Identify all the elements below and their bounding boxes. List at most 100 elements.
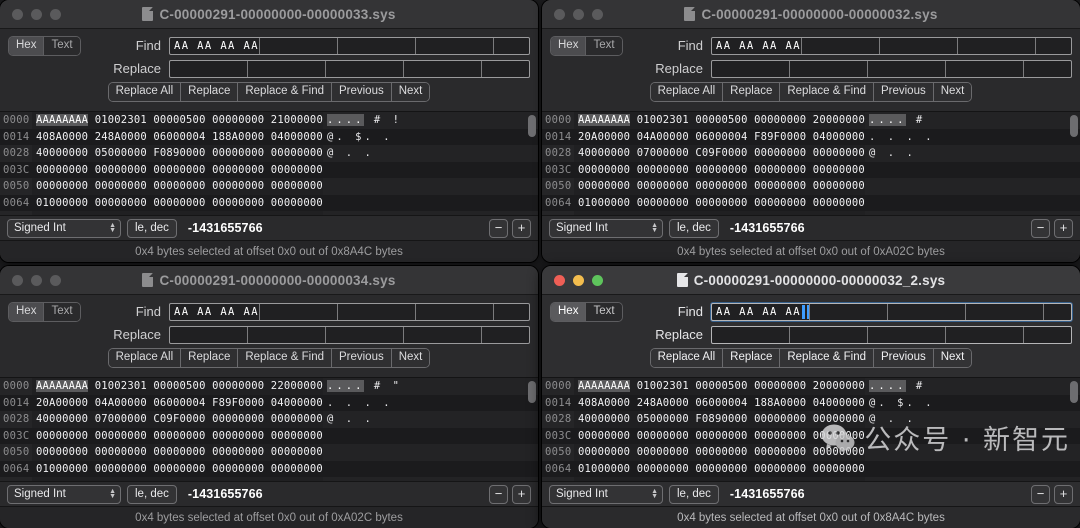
traffic-light-maximize[interactable] — [50, 274, 61, 286]
vertical-scrollbar[interactable] — [528, 115, 536, 214]
hex-text-toggle[interactable]: Hex Text — [8, 35, 81, 56]
button-next[interactable]: Next — [391, 349, 430, 367]
traffic-light-maximize[interactable] — [50, 8, 61, 20]
hex-selected-bytes[interactable]: AAAAAAAA — [36, 380, 89, 392]
button-next[interactable]: Next — [933, 83, 972, 101]
button-replace-all[interactable]: Replace All — [108, 349, 182, 367]
decrease-button[interactable]: − — [489, 218, 508, 238]
find-input[interactable]: AA AA AA AA — [169, 302, 530, 321]
hex-byte-row[interactable]: 01000000 00000000 00000000 00000000 0000… — [574, 194, 865, 211]
ascii-selected[interactable]: .... — [326, 380, 365, 392]
replace-cell-3[interactable] — [404, 60, 482, 77]
find-cell-0[interactable]: AA AA AA AA — [170, 37, 260, 54]
hex-view[interactable]: 0000 0014 0028 003C 0050 0064 AAAAAAAA 010023… — [0, 377, 538, 481]
find-cell-2[interactable] — [888, 303, 966, 320]
toggle-text[interactable]: Text — [44, 302, 80, 321]
button-replace-find[interactable]: Replace & Find — [780, 349, 874, 367]
ascii-row[interactable]: @. $. . — [864, 394, 1080, 411]
find-cell-2[interactable] — [338, 37, 416, 54]
toggle-hex[interactable]: Hex — [9, 302, 45, 321]
toggle-text[interactable]: Text — [586, 302, 622, 321]
hex-bytes-column[interactable]: AAAAAAAA 01002301 00000500 00000000 2200… — [32, 378, 538, 481]
hex-byte-row[interactable]: 00000000 00000000 00000000 00000000 0000… — [32, 427, 323, 444]
hex-text-toggle[interactable]: Hex Text — [550, 35, 623, 56]
hex-editor-window-win-34[interactable]: C-00000291-00000000-00000034.sys Hex Tex… — [0, 266, 538, 528]
hex-byte-row[interactable]: AAAAAAAA 01002301 00000500 00000000 2000… — [574, 378, 865, 395]
ascii-row[interactable]: .... # " — [323, 378, 538, 395]
ascii-row[interactable]: @ . . — [865, 145, 1080, 162]
hex-view[interactable]: 0000 0014 0028 003C 0050 0064 AAAAAAAA 010023… — [542, 111, 1080, 215]
ascii-row[interactable] — [322, 194, 538, 211]
ascii-row[interactable] — [864, 194, 1080, 211]
traffic-light-close[interactable] — [12, 274, 23, 286]
title-bar[interactable]: C-00000291-00000000-00000032.sys — [542, 0, 1080, 29]
find-cell-1[interactable] — [810, 303, 888, 320]
button-replace-all[interactable]: Replace All — [650, 349, 724, 367]
replace-input[interactable] — [711, 325, 1072, 344]
ascii-row[interactable]: .... # — [865, 112, 1080, 129]
hex-selected-bytes[interactable]: AAAAAAAA — [36, 114, 89, 126]
data-type-select[interactable]: Signed Int ▲ ▼ — [549, 218, 663, 238]
ascii-row[interactable]: @. $. . — [322, 128, 538, 145]
hex-byte-row[interactable]: 40000000 07000000 C09F0000 00000000 0000… — [574, 145, 865, 162]
find-input[interactable]: AA AA AA AA — [711, 36, 1072, 55]
ascii-row[interactable] — [864, 161, 1080, 178]
button-replace[interactable]: Replace — [723, 83, 781, 101]
ascii-row[interactable]: . . . . — [864, 128, 1080, 145]
find-cell-3[interactable] — [958, 37, 1036, 54]
traffic-light-close[interactable] — [554, 274, 565, 286]
button-previous[interactable]: Previous — [331, 349, 392, 367]
replace-cell-2[interactable] — [868, 326, 946, 343]
scrollbar-thumb[interactable] — [528, 381, 536, 403]
toggle-text[interactable]: Text — [44, 36, 80, 55]
hex-byte-row[interactable]: AAAAAAAA 01002301 00000500 00000000 2000… — [574, 112, 865, 129]
hex-byte-row[interactable]: 00000000 00000000 00000000 00000000 0000… — [574, 444, 865, 461]
hex-byte-row[interactable]: 01000000 00000000 00000000 00000000 0000… — [574, 460, 865, 477]
traffic-light-minimize[interactable] — [573, 8, 584, 20]
hex-byte-row[interactable]: 01000000 00000000 00000000 00000000 0000… — [32, 460, 323, 477]
traffic-light-minimize[interactable] — [573, 274, 584, 286]
find-cell-4[interactable] — [1044, 304, 1071, 320]
replace-cell-1[interactable] — [790, 326, 868, 343]
find-cell-3[interactable] — [416, 37, 494, 54]
increase-button[interactable]: + — [1054, 484, 1073, 504]
hex-selected-bytes[interactable]: AAAAAAAA — [578, 114, 631, 126]
find-cell-0[interactable]: AA AA AA AA — [712, 303, 810, 320]
button-replace[interactable]: Replace — [181, 83, 239, 101]
replace-cell-0[interactable] — [170, 326, 248, 343]
hex-byte-row[interactable]: AAAAAAAA 01002301 00000500 00000000 2100… — [32, 112, 323, 129]
vertical-scrollbar[interactable] — [1070, 115, 1078, 214]
replace-input[interactable] — [169, 59, 530, 78]
find-cell-1[interactable] — [260, 37, 338, 54]
data-type-select[interactable]: Signed Int ▲ ▼ — [549, 484, 663, 504]
traffic-light-minimize[interactable] — [31, 8, 42, 20]
hex-byte-row[interactable]: 00000000 00000000 00000000 00000000 0000… — [32, 444, 323, 461]
button-previous[interactable]: Previous — [873, 83, 934, 101]
traffic-light-close[interactable] — [12, 8, 23, 20]
vertical-scrollbar[interactable] — [1070, 381, 1078, 480]
find-cell-2[interactable] — [338, 303, 416, 320]
button-replace-all[interactable]: Replace All — [650, 83, 724, 101]
hex-text-toggle[interactable]: Hex Text — [8, 301, 81, 322]
replace-cell-1[interactable] — [248, 60, 326, 77]
replace-cell-2[interactable] — [326, 326, 404, 343]
ascii-column[interactable]: .... # " . . . . @ . . — [322, 378, 538, 481]
replace-cell-1[interactable] — [248, 326, 326, 343]
button-next[interactable]: Next — [391, 83, 430, 101]
ascii-selected[interactable]: .... — [868, 114, 907, 126]
ascii-row[interactable] — [322, 427, 538, 444]
replace-cell-2[interactable] — [868, 60, 946, 77]
replace-input[interactable] — [169, 325, 530, 344]
find-cell-0[interactable]: AA AA AA AA — [712, 37, 802, 54]
hex-bytes-column[interactable]: AAAAAAAA 01002301 00000500 00000000 2000… — [574, 112, 1080, 215]
ascii-row[interactable]: .... # — [865, 378, 1080, 395]
decrease-button[interactable]: − — [489, 484, 508, 504]
traffic-light-maximize[interactable] — [592, 8, 603, 20]
hex-byte-row[interactable]: AAAAAAAA 01002301 00000500 00000000 2200… — [32, 378, 323, 395]
hex-selected-bytes[interactable]: AAAAAAAA — [578, 380, 631, 392]
toggle-hex[interactable]: Hex — [551, 36, 587, 55]
find-cell-3[interactable] — [966, 303, 1044, 320]
decrease-button[interactable]: − — [1031, 484, 1050, 504]
hex-byte-row[interactable]: 408A0000 248A0000 06000004 188A0000 0400… — [32, 128, 323, 145]
replace-cell-2[interactable] — [326, 60, 404, 77]
